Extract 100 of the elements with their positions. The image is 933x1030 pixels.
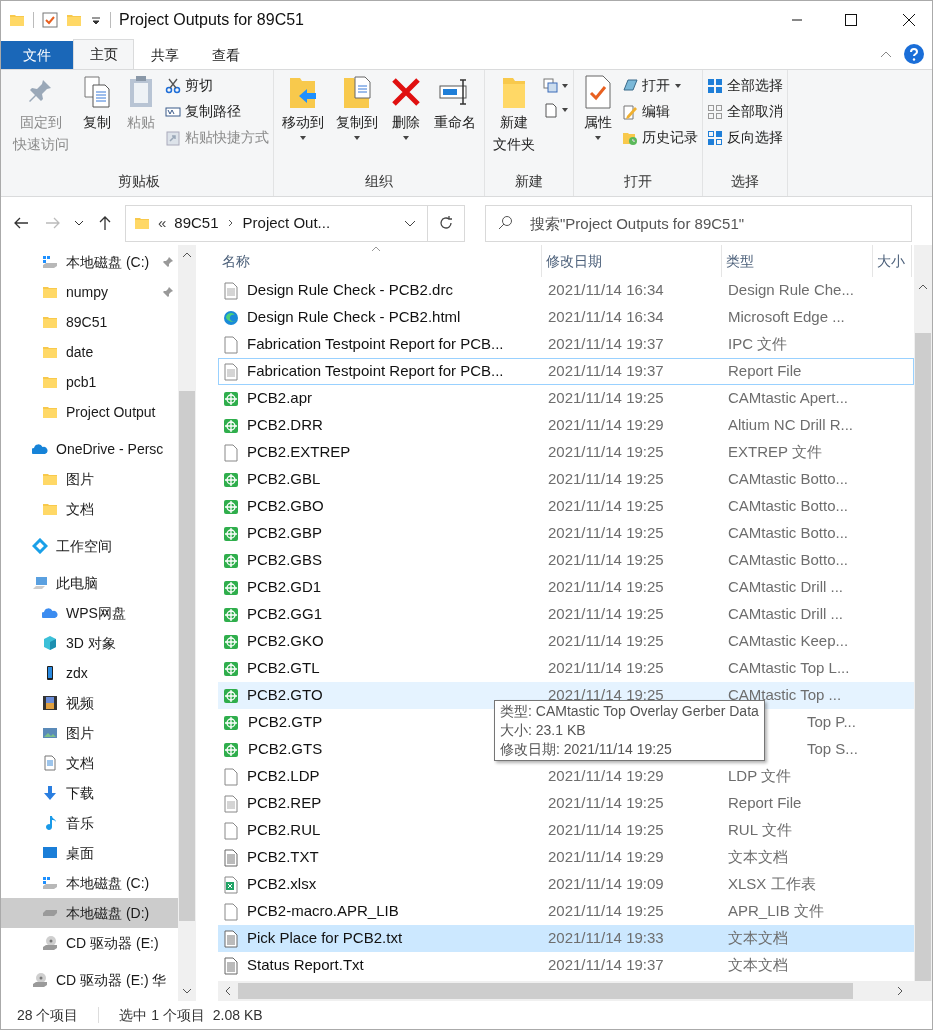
blank-file-icon xyxy=(223,335,239,354)
column-header[interactable]: 名称 xyxy=(218,245,542,277)
sidebar-item[interactable]: numpy xyxy=(1,277,178,307)
sidebar-item[interactable]: 视频 xyxy=(1,688,178,718)
file-name: PCB2.TXT xyxy=(247,847,319,868)
file-row[interactable]: PCB2.GBP 2021/11/14 19:25 CAMtastic Botto... xyxy=(218,520,914,547)
ribbon-button[interactable]: 属性 xyxy=(578,70,618,171)
file-row[interactable]: Fabrication Testpoint Report for PCB... 2021/11/14 19:37 IPC 文件 xyxy=(218,331,914,358)
pin-icon xyxy=(162,256,174,268)
sidebar-item[interactable]: OneDrive - Persc xyxy=(1,434,178,464)
sidebar-item[interactable]: CD 驱动器 (E:) 华 xyxy=(1,965,178,995)
file-row[interactable]: PCB2.TXT 2021/11/14 19:29 文本文档 xyxy=(218,844,914,871)
file-row[interactable]: PCB2.REP 2021/11/14 19:25 Report File xyxy=(218,790,914,817)
sidebar-item[interactable]: Project Output xyxy=(1,397,178,427)
file-row[interactable]: PCB2.GBL 2021/11/14 19:25 CAMtastic Botto... xyxy=(218,466,914,493)
ribbon-button[interactable]: 反向选择 xyxy=(707,126,783,149)
file-row[interactable]: Status Report.Txt 2021/11/14 19:37 文本文档 xyxy=(218,952,914,979)
type-cell-text: Microsoft Edge ... xyxy=(727,307,845,328)
sidebar-item[interactable]: 此电脑 xyxy=(1,568,178,598)
ribbon-button[interactable]: 复制到 xyxy=(332,70,382,171)
overflow-chevron[interactable]: « xyxy=(158,211,167,235)
ribbon-button[interactable]: 剪切 xyxy=(165,74,269,97)
group-label: 打开 xyxy=(623,172,653,191)
file-name[interactable]: PCB2.GTP xyxy=(247,710,324,735)
file-row[interactable]: PCB2.xlsx 2021/11/14 19:09 XLSX 工作表 xyxy=(218,871,914,898)
file-row[interactable]: PCB2.GBS 2021/11/14 19:25 CAMtastic Botto... xyxy=(218,547,914,574)
help-icon[interactable] xyxy=(904,44,924,64)
sidebar-item[interactable]: 本地磁盘 (C:) xyxy=(1,247,178,277)
type-cell-text: CAMtastic Botto... xyxy=(727,550,849,571)
ribbon-tab[interactable]: 文件 xyxy=(1,41,73,69)
file-name: Fabrication Testpoint Report for PCB... xyxy=(247,334,504,355)
file-name: Design Rule Check - PCB2.drc xyxy=(247,280,453,301)
file-row[interactable]: Design Rule Check - PCB2.drc 2021/11/14 16:34 Design Rule Che... xyxy=(218,277,914,304)
ribbon-tab[interactable]: 查看 xyxy=(195,41,256,69)
file-row[interactable]: PCB2.LDP 2021/11/14 19:29 LDP 文件 xyxy=(218,763,914,790)
ribbon-button[interactable]: 历史记录 xyxy=(622,126,698,149)
scrollbar[interactable] xyxy=(914,245,932,1001)
search-field[interactable]: 搜索"Project Outputs for 89C51" xyxy=(485,204,912,242)
sidebar-item[interactable]: pcb1 xyxy=(1,367,178,397)
text-file-icon xyxy=(223,362,239,381)
file-row[interactable]: PCB2.RUL 2021/11/14 19:25 RUL 文件 xyxy=(218,817,914,844)
sidebar-item[interactable]: 本地磁盘 (C:) xyxy=(1,868,178,898)
sidebar-item[interactable]: date xyxy=(1,337,178,367)
ribbon-button[interactable]: 编辑 xyxy=(622,100,698,123)
easy-access-button[interactable] xyxy=(543,102,569,118)
new-item-button[interactable] xyxy=(543,78,569,94)
column-header[interactable]: 修改日期 xyxy=(542,245,722,277)
column-header[interactable]: 类型 xyxy=(722,245,873,277)
file-row[interactable]: PCB2.apr 2021/11/14 19:25 CAMtastic Apert... xyxy=(218,385,914,412)
type-cell-text: CAMtastic Apert... xyxy=(727,388,849,409)
sidebar-item[interactable]: 下载 xyxy=(1,778,178,808)
sidebar-item[interactable]: 图片 xyxy=(1,718,178,748)
file-row[interactable]: PCB2.GD1 2021/11/14 19:25 CAMtastic Drill ... xyxy=(218,574,914,601)
file-row[interactable]: Design Rule Check - PCB2.html 2021/11/14 16:34 Microsoft Edge ... xyxy=(218,304,914,331)
document-icon xyxy=(42,755,58,771)
caret-icon xyxy=(561,82,569,90)
sidebar-item[interactable]: 工作空间 xyxy=(1,531,178,561)
file-row[interactable]: PCB2.GG1 2021/11/14 19:25 CAMtastic Drill ... xyxy=(218,601,914,628)
file-row[interactable]: PCB2.GTL 2021/11/14 19:25 CAMtastic Top L... xyxy=(218,655,914,682)
file-row[interactable]: PCB2-macro.APR_LIB 2021/11/14 19:25 APR_LIB 文件 xyxy=(218,898,914,925)
file-row[interactable]: PCB2.EXTREP 2021/11/14 19:25 EXTREP 文件 xyxy=(218,439,914,466)
sidebar-item[interactable]: 文档 xyxy=(1,494,178,524)
date-cell-text: 2021/11/14 19:25 xyxy=(547,550,665,571)
sidebar-item[interactable]: 图片 xyxy=(1,464,178,494)
column-header[interactable]: 大小 xyxy=(873,245,912,277)
ribbon-button[interactable]: 重命名 xyxy=(430,70,480,171)
sidebar-item[interactable]: 3D 对象 xyxy=(1,628,178,658)
sidebar-item[interactable]: 89C51 xyxy=(1,307,178,337)
breadcrumb[interactable]: Project Out... xyxy=(242,211,331,235)
sidebar-item[interactable]: zdx xyxy=(1,658,178,688)
scrollbar[interactable] xyxy=(178,245,196,1001)
ribbon-button[interactable]: 新建 文件夹 xyxy=(489,70,539,171)
sidebar-item[interactable]: 音乐 xyxy=(1,808,178,838)
ribbon-tab[interactable]: 共享 xyxy=(134,41,195,69)
sidebar-item[interactable]: CD 驱动器 (E:) xyxy=(1,928,178,958)
file-row[interactable]: PCB2.GBO 2021/11/14 19:25 CAMtastic Botto... xyxy=(218,493,914,520)
ribbon-button[interactable]: 打开 xyxy=(622,74,698,97)
ribbon-button[interactable]: 全部取消 xyxy=(707,100,783,123)
scrollbar-thumb[interactable] xyxy=(179,391,195,921)
sidebar-item[interactable]: WPS网盘 xyxy=(1,598,178,628)
scrollbar[interactable] xyxy=(218,981,914,1001)
ribbon-button[interactable]: 全部选择 xyxy=(707,74,783,97)
sidebar-item[interactable]: 桌面 xyxy=(1,838,178,868)
ribbon-tab[interactable]: 主页 xyxy=(73,39,134,69)
ribbon-button[interactable]: 复制 xyxy=(77,70,117,171)
ribbon-button[interactable]: 复制路径 xyxy=(165,100,269,123)
address-field[interactable]: « 89C51 Project Out... xyxy=(125,204,465,242)
file-name[interactable]: PCB2.GTS xyxy=(247,737,324,762)
scrollbar-thumb[interactable] xyxy=(238,983,853,999)
breadcrumb[interactable]: 89C51 xyxy=(174,211,219,235)
file-name: PCB2.GTO xyxy=(247,685,323,706)
file-row[interactable]: PCB2.DRR 2021/11/14 19:29 Altium NC Drill R... xyxy=(218,412,914,439)
file-row[interactable]: Fabrication Testpoint Report for PCB... 2021/11/14 19:37 Report File xyxy=(218,358,914,385)
ribbon-button[interactable]: 移动到 xyxy=(278,70,328,171)
file-row[interactable]: Pick Place for PCB2.txt 2021/11/14 19:33 文本文档 xyxy=(218,925,914,952)
sidebar-item[interactable]: 文档 xyxy=(1,748,178,778)
file-row[interactable]: PCB2.GKO 2021/11/14 19:25 CAMtastic Keep... xyxy=(218,628,914,655)
sidebar-item[interactable]: 本地磁盘 (D:) xyxy=(1,898,178,928)
ribbon-button[interactable]: 删除 xyxy=(386,70,426,171)
scrollbar-thumb[interactable] xyxy=(915,333,931,981)
